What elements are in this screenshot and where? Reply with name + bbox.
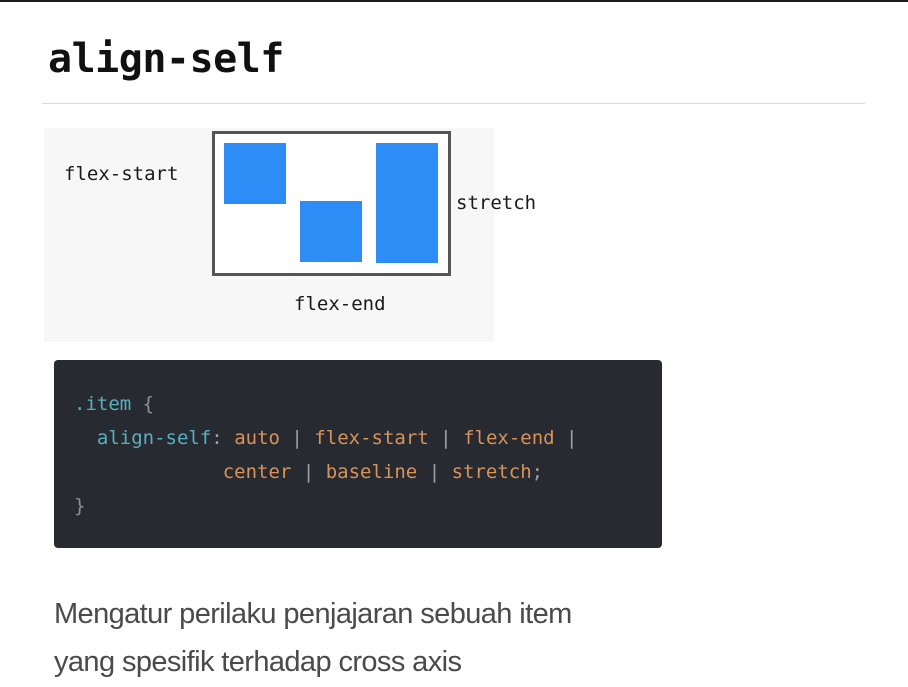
label-flex-end: flex-end [294,293,386,315]
code-line-2: align-self: auto | flex-start | flex-end… [74,421,662,455]
code-value-baseline: baseline [325,461,418,483]
description: Mengatur perilaku penjajaran sebuah item… [54,590,572,686]
code-value-auto: auto [234,427,280,449]
code-block: .item { align-self: auto | flex-start | … [54,360,662,548]
code-line-4: } [74,489,662,523]
code-close-brace: } [74,495,86,517]
label-flex-start: flex-start [64,163,179,185]
flex-item-start [224,143,286,204]
title-divider [42,103,865,104]
code-value-center: center [222,461,292,483]
code-semicolon: ; [531,461,544,483]
code-colon: : [211,427,223,449]
description-line-1: Mengatur perilaku penjajaran sebuah item [54,598,572,630]
code-separator: | [302,461,315,483]
code-line-1: .item { [74,387,662,421]
label-stretch: stretch [456,192,537,214]
code-value-stretch: stretch [451,461,532,483]
code-separator: | [566,427,578,449]
code-separator: | [428,461,441,483]
code-selector: .item [74,393,132,415]
code-separator: | [291,427,303,449]
top-border [0,0,908,2]
code-property: align-self [96,427,212,449]
code-value-flex-start: flex-start [314,427,429,449]
code-value-flex-end: flex-end [463,427,555,449]
code-line-3: center | baseline | stretch; [74,455,662,489]
code-open-brace: { [142,393,155,415]
slide-title: align-self [48,36,284,82]
code-separator: | [440,427,452,449]
flex-container-diagram [212,131,451,276]
flex-item-end [300,201,362,262]
flex-item-stretch [376,143,438,263]
description-line-2: yang spesifik terhadap cross axis [54,646,462,678]
